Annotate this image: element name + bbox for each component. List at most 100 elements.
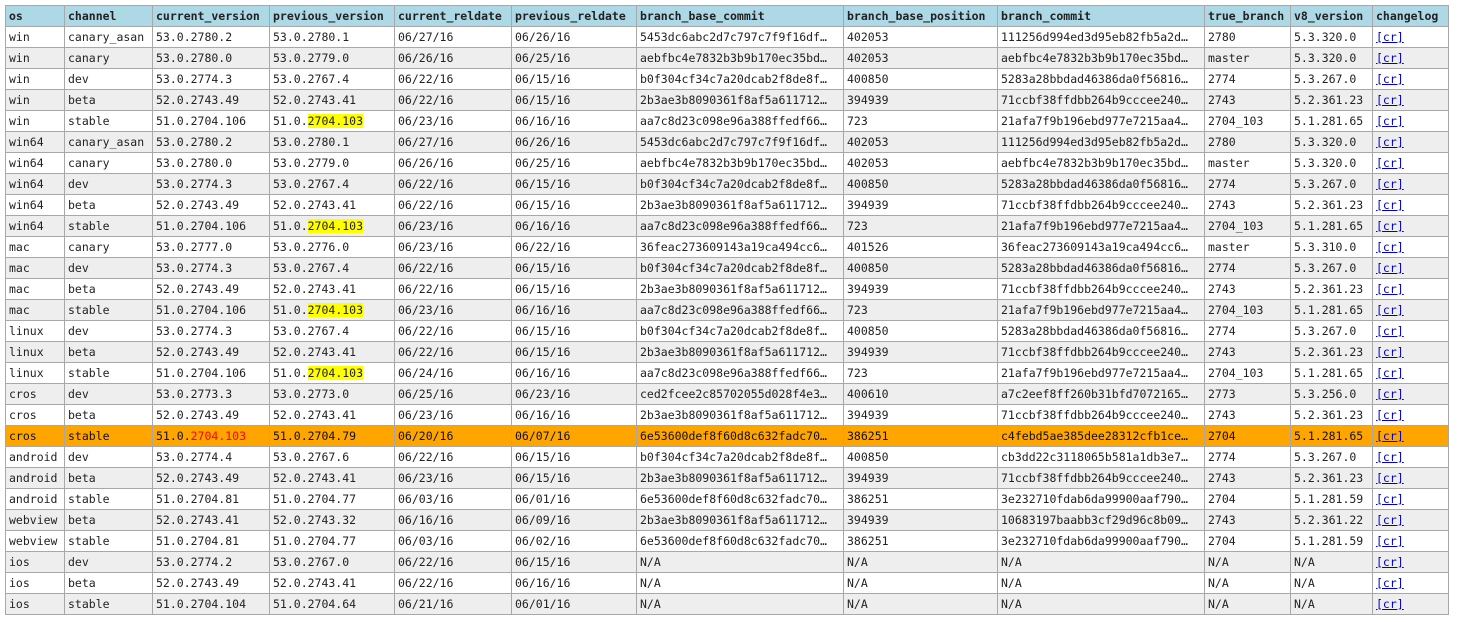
- changelog-link[interactable]: [cr]: [1376, 576, 1404, 590]
- cell-true-branch: 2780: [1204, 131, 1291, 153]
- cell-branch-commit: 71ccbf38ffdbb264b9cccee240…: [997, 467, 1205, 489]
- changelog-link[interactable]: [cr]: [1376, 492, 1404, 506]
- column-header-previous-reldate: previous_reldate: [511, 5, 637, 27]
- cell-v8-version: 5.2.361.22: [1290, 509, 1373, 531]
- cell-previous-version: 53.0.2773.0: [269, 383, 395, 405]
- table-row: webview beta 52.0.2743.41 52.0.2743.32 06/16…: [5, 509, 1449, 531]
- changelog-link[interactable]: [cr]: [1376, 72, 1404, 86]
- cell-branch-base-commit: aebfbc4e7832b3b9b170ec35bd…: [636, 152, 844, 174]
- cell-branch-base-position: 402053: [843, 131, 998, 153]
- changelog-link[interactable]: [cr]: [1376, 135, 1404, 149]
- cell-branch-base-commit: N/A: [636, 551, 844, 573]
- changelog-link[interactable]: [cr]: [1376, 429, 1404, 443]
- cell-true-branch: master: [1204, 47, 1291, 69]
- changelog-link[interactable]: [cr]: [1376, 261, 1404, 275]
- changelog-link[interactable]: [cr]: [1376, 30, 1404, 44]
- cell-channel: dev: [64, 320, 153, 342]
- cell-channel: dev: [64, 383, 153, 405]
- cell-previous-version: 53.0.2767.4: [269, 320, 395, 342]
- table-row: mac dev 53.0.2774.3 53.0.2767.4 06/22/16 06/1…: [5, 257, 1449, 279]
- cell-branch-base-commit: ced2fcee2c85702055d028f4e3…: [636, 383, 844, 405]
- changelog-link[interactable]: [cr]: [1376, 387, 1404, 401]
- cell-changelog: [cr]: [1372, 551, 1449, 573]
- cell-branch-base-commit: aa7c8d23c098e96a388ffedf66…: [636, 215, 844, 237]
- cell-previous-version: 52.0.2743.41: [269, 278, 395, 300]
- cell-previous-version: 52.0.2743.41: [269, 341, 395, 363]
- omahaproxy-page: os channel current_version previous_version…: [5, 5, 1449, 615]
- cell-branch-base-commit: aebfbc4e7832b3b9b170ec35bd…: [636, 47, 844, 69]
- cell-changelog: [cr]: [1372, 404, 1449, 426]
- cell-previous-version: 52.0.2743.41: [269, 89, 395, 111]
- changelog-link[interactable]: [cr]: [1376, 156, 1404, 170]
- cell-current-version: 52.0.2743.49: [152, 89, 270, 111]
- cell-current-reldate: 06/16/16: [394, 509, 512, 531]
- cell-v8-version: 5.1.281.59: [1290, 530, 1373, 552]
- cell-channel: beta: [64, 194, 153, 216]
- cell-branch-commit: 71ccbf38ffdbb264b9cccee240…: [997, 278, 1205, 300]
- cell-true-branch: master: [1204, 152, 1291, 174]
- changelog-link[interactable]: [cr]: [1376, 93, 1404, 107]
- cell-changelog: [cr]: [1372, 47, 1449, 69]
- table-row: cros stable 51.0.2704.103 51.0.2704.79 06/20…: [5, 425, 1449, 447]
- cell-current-version: 53.0.2774.3: [152, 320, 270, 342]
- changelog-link[interactable]: [cr]: [1376, 597, 1404, 611]
- table-row: win dev 53.0.2774.3 53.0.2767.4 06/22/16 06/1…: [5, 68, 1449, 90]
- cell-true-branch: N/A: [1204, 551, 1291, 573]
- changelog-link[interactable]: [cr]: [1376, 408, 1404, 422]
- cell-previous-version: 52.0.2743.32: [269, 509, 395, 531]
- changelog-link[interactable]: [cr]: [1376, 534, 1404, 548]
- cell-branch-commit: 3e232710fdab6da99900aaf790…: [997, 530, 1205, 552]
- cell-channel: dev: [64, 68, 153, 90]
- table-row: win64 canary 53.0.2780.0 53.0.2779.0 06/26/1…: [5, 152, 1449, 174]
- cell-os: cros: [5, 425, 65, 447]
- cell-previous-reldate: 06/16/16: [511, 110, 637, 132]
- cell-true-branch: 2704_103: [1204, 299, 1291, 321]
- cell-branch-base-commit: 36feac273609143a19ca494cc6…: [636, 236, 844, 258]
- cell-branch-base-position: 401526: [843, 236, 998, 258]
- cell-current-version: 53.0.2774.3: [152, 257, 270, 279]
- cell-branch-base-commit: 6e53600def8f60d8c632fadc70…: [636, 530, 844, 552]
- cell-v8-version: 5.3.320.0: [1290, 47, 1373, 69]
- changelog-link[interactable]: [cr]: [1376, 198, 1404, 212]
- cell-os: win: [5, 89, 65, 111]
- changelog-link[interactable]: [cr]: [1376, 555, 1404, 569]
- column-header-branch-commit: branch_commit: [997, 5, 1205, 27]
- changelog-link[interactable]: [cr]: [1376, 324, 1404, 338]
- cell-changelog: [cr]: [1372, 131, 1449, 153]
- cell-os: win: [5, 26, 65, 48]
- changelog-link[interactable]: [cr]: [1376, 51, 1404, 65]
- changelog-link[interactable]: [cr]: [1376, 366, 1404, 380]
- cell-previous-reldate: 06/15/16: [511, 68, 637, 90]
- cell-true-branch: N/A: [1204, 593, 1291, 615]
- table-row: cros dev 53.0.2773.3 53.0.2773.0 06/25/16 06/…: [5, 383, 1449, 405]
- changelog-link[interactable]: [cr]: [1376, 114, 1404, 128]
- table-body: win canary_asan 53.0.2780.2 53.0.2780.1 06/2…: [5, 26, 1449, 615]
- cell-channel: beta: [64, 89, 153, 111]
- changelog-link[interactable]: [cr]: [1376, 303, 1404, 317]
- cell-branch-base-commit: 2b3ae3b8090361f8af5a611712…: [636, 278, 844, 300]
- cell-os: cros: [5, 383, 65, 405]
- cell-os: ios: [5, 551, 65, 573]
- cell-current-reldate: 06/23/16: [394, 110, 512, 132]
- changelog-link[interactable]: [cr]: [1376, 345, 1404, 359]
- changelog-link[interactable]: [cr]: [1376, 282, 1404, 296]
- changelog-link[interactable]: [cr]: [1376, 513, 1404, 527]
- cell-previous-version: 52.0.2743.41: [269, 572, 395, 594]
- changelog-link[interactable]: [cr]: [1376, 450, 1404, 464]
- cell-branch-base-commit: 2b3ae3b8090361f8af5a611712…: [636, 509, 844, 531]
- cell-v8-version: 5.2.361.23: [1290, 89, 1373, 111]
- changelog-link[interactable]: [cr]: [1376, 177, 1404, 191]
- changelog-link[interactable]: [cr]: [1376, 471, 1404, 485]
- cell-changelog: [cr]: [1372, 152, 1449, 174]
- changelog-link[interactable]: [cr]: [1376, 219, 1404, 233]
- cell-branch-commit: 36feac273609143a19ca494cc6…: [997, 236, 1205, 258]
- cell-os: win: [5, 47, 65, 69]
- cell-branch-commit: 21afa7f9b196ebd977e7215aa4…: [997, 215, 1205, 237]
- column-header-previous-version: previous_version: [269, 5, 395, 27]
- cell-branch-commit: 111256d994ed3d95eb82fb5a2d…: [997, 131, 1205, 153]
- cell-current-reldate: 06/22/16: [394, 173, 512, 195]
- table-row: win stable 51.0.2704.106 51.0.2704.103 06/23…: [5, 110, 1449, 132]
- cell-v8-version: 5.3.267.0: [1290, 68, 1373, 90]
- cell-current-version: 53.0.2777.0: [152, 236, 270, 258]
- changelog-link[interactable]: [cr]: [1376, 240, 1404, 254]
